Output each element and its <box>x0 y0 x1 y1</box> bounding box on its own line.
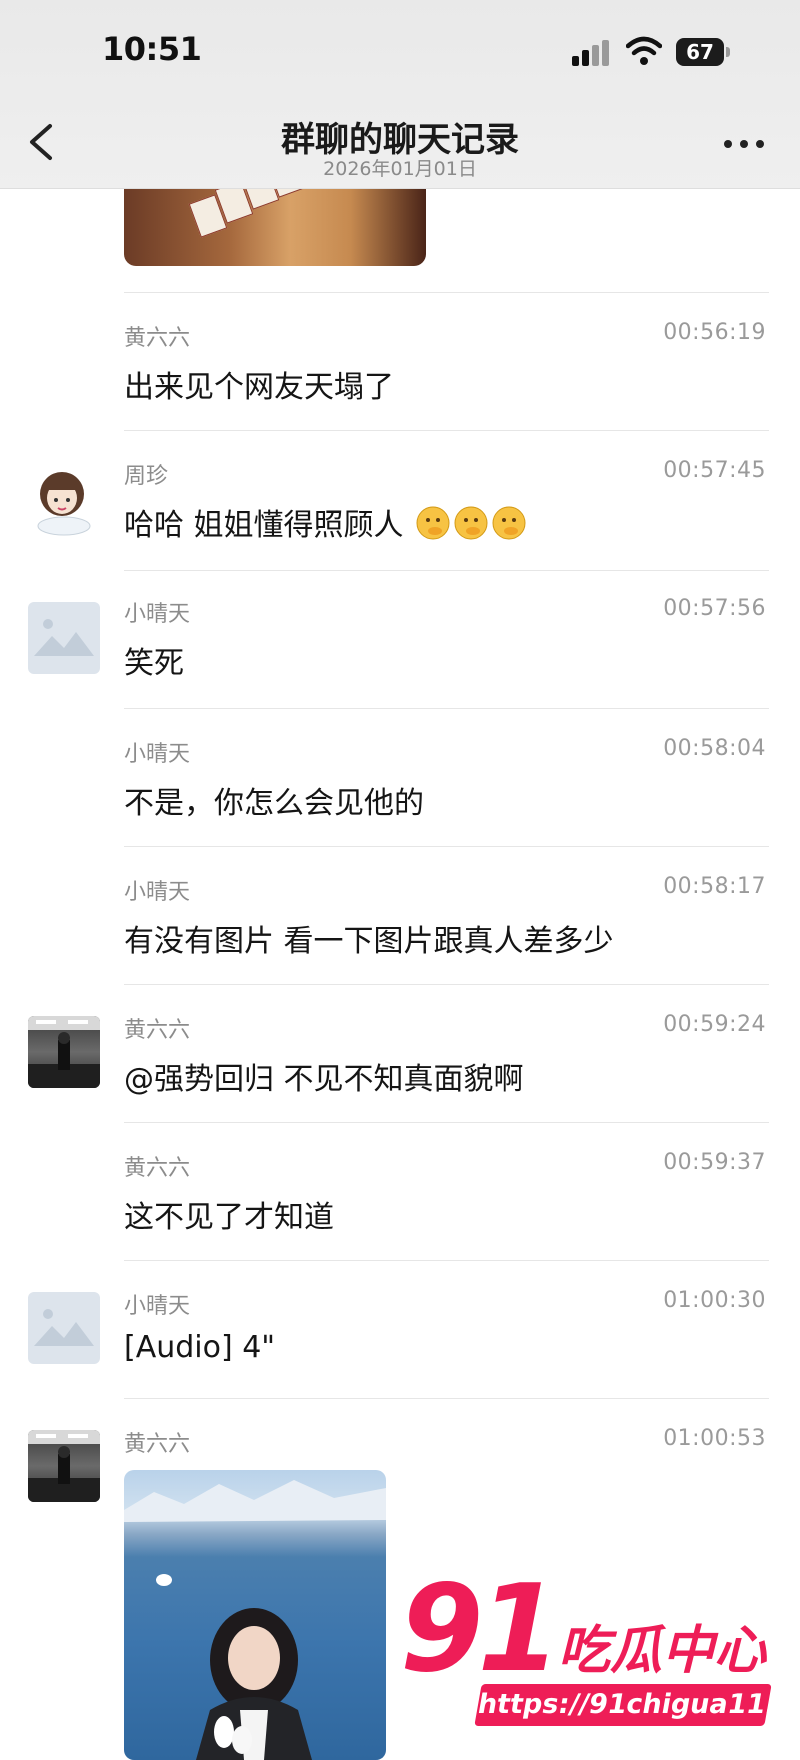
message-text: 哈哈 姐姐懂得照顾人 <box>124 508 404 543</box>
avatar[interactable] <box>28 602 100 674</box>
message-text: 笑死 <box>124 646 184 681</box>
divider <box>124 1260 769 1261</box>
avatar[interactable] <box>28 1430 100 1502</box>
battery-tip <box>726 47 730 57</box>
battery-indicator: 67 <box>676 38 724 66</box>
navigation-header: 10:51 67 群聊的聊天记录 2026年01月01日 <box>0 0 800 189</box>
sender-name: 小晴天 <box>124 742 191 767</box>
sender-name: 黄六六 <box>124 1018 191 1043</box>
watermark-brand-text: 吃瓜中心 <box>558 1621 767 1681</box>
sender-name: 黄六六 <box>124 1432 191 1457</box>
avatar[interactable] <box>28 1016 100 1088</box>
message-text: @强势回归 不见不知真面貌啊 <box>124 1062 524 1097</box>
status-time: 10:51 <box>102 30 202 68</box>
divider <box>124 846 769 847</box>
watermark-logo: 91 吃瓜中心 https://91chigua11.com <box>400 1570 800 1740</box>
sender-name: 黄六六 <box>124 1156 191 1181</box>
avatar[interactable] <box>28 464 100 536</box>
message-time: 00:58:04 <box>663 736 766 761</box>
watermark-url: https://91chigua11.com <box>474 1684 800 1726</box>
sender-name: 小晴天 <box>124 602 191 627</box>
cellular-signal-icon <box>572 40 609 66</box>
message-text: 有没有图片 看一下图片跟真人差多少 <box>124 924 614 959</box>
audio-message[interactable]: [Audio] 4" <box>124 1330 275 1365</box>
sender-name: 小晴天 <box>124 880 191 905</box>
avatar[interactable] <box>28 1292 100 1364</box>
message-time: 00:57:45 <box>663 458 766 483</box>
message-time: 01:00:53 <box>663 1426 766 1451</box>
message-text: 这不见了才知道 <box>124 1200 334 1235</box>
message-time: 00:59:37 <box>663 1150 766 1175</box>
message-time: 00:56:19 <box>663 320 766 345</box>
divider <box>124 708 769 709</box>
sender-name: 周珍 <box>124 464 169 489</box>
thinking-face-icon <box>454 506 488 540</box>
message-text: 出来见个网友天塌了 <box>124 370 394 405</box>
chat-history-list[interactable]: 黄六六 00:56:19 出来见个网友天塌了 周珍 00:57:45 哈哈 姐姐… <box>0 0 800 1760</box>
message-time: 01:00:30 <box>663 1288 766 1313</box>
divider <box>124 1398 769 1399</box>
divider <box>124 984 769 985</box>
chat-image[interactable] <box>124 1470 386 1760</box>
message-time: 00:57:56 <box>663 596 766 621</box>
divider <box>124 430 769 431</box>
sender-name: 黄六六 <box>124 326 191 351</box>
sender-name: 小晴天 <box>124 1294 191 1319</box>
message-text: 不是，你怎么会见他的 <box>124 786 424 821</box>
thinking-face-icon <box>416 506 450 540</box>
message-time: 00:59:24 <box>663 1012 766 1037</box>
wifi-icon <box>626 36 662 65</box>
thinking-face-icon <box>492 506 526 540</box>
divider <box>124 1122 769 1123</box>
more-options-icon[interactable] <box>722 132 766 156</box>
message-time: 00:58:17 <box>663 874 766 899</box>
divider <box>124 570 769 571</box>
divider <box>124 292 769 293</box>
watermark-digits: 91 <box>400 1560 561 1699</box>
page-subtitle-date: 2026年01月01日 <box>323 158 477 180</box>
